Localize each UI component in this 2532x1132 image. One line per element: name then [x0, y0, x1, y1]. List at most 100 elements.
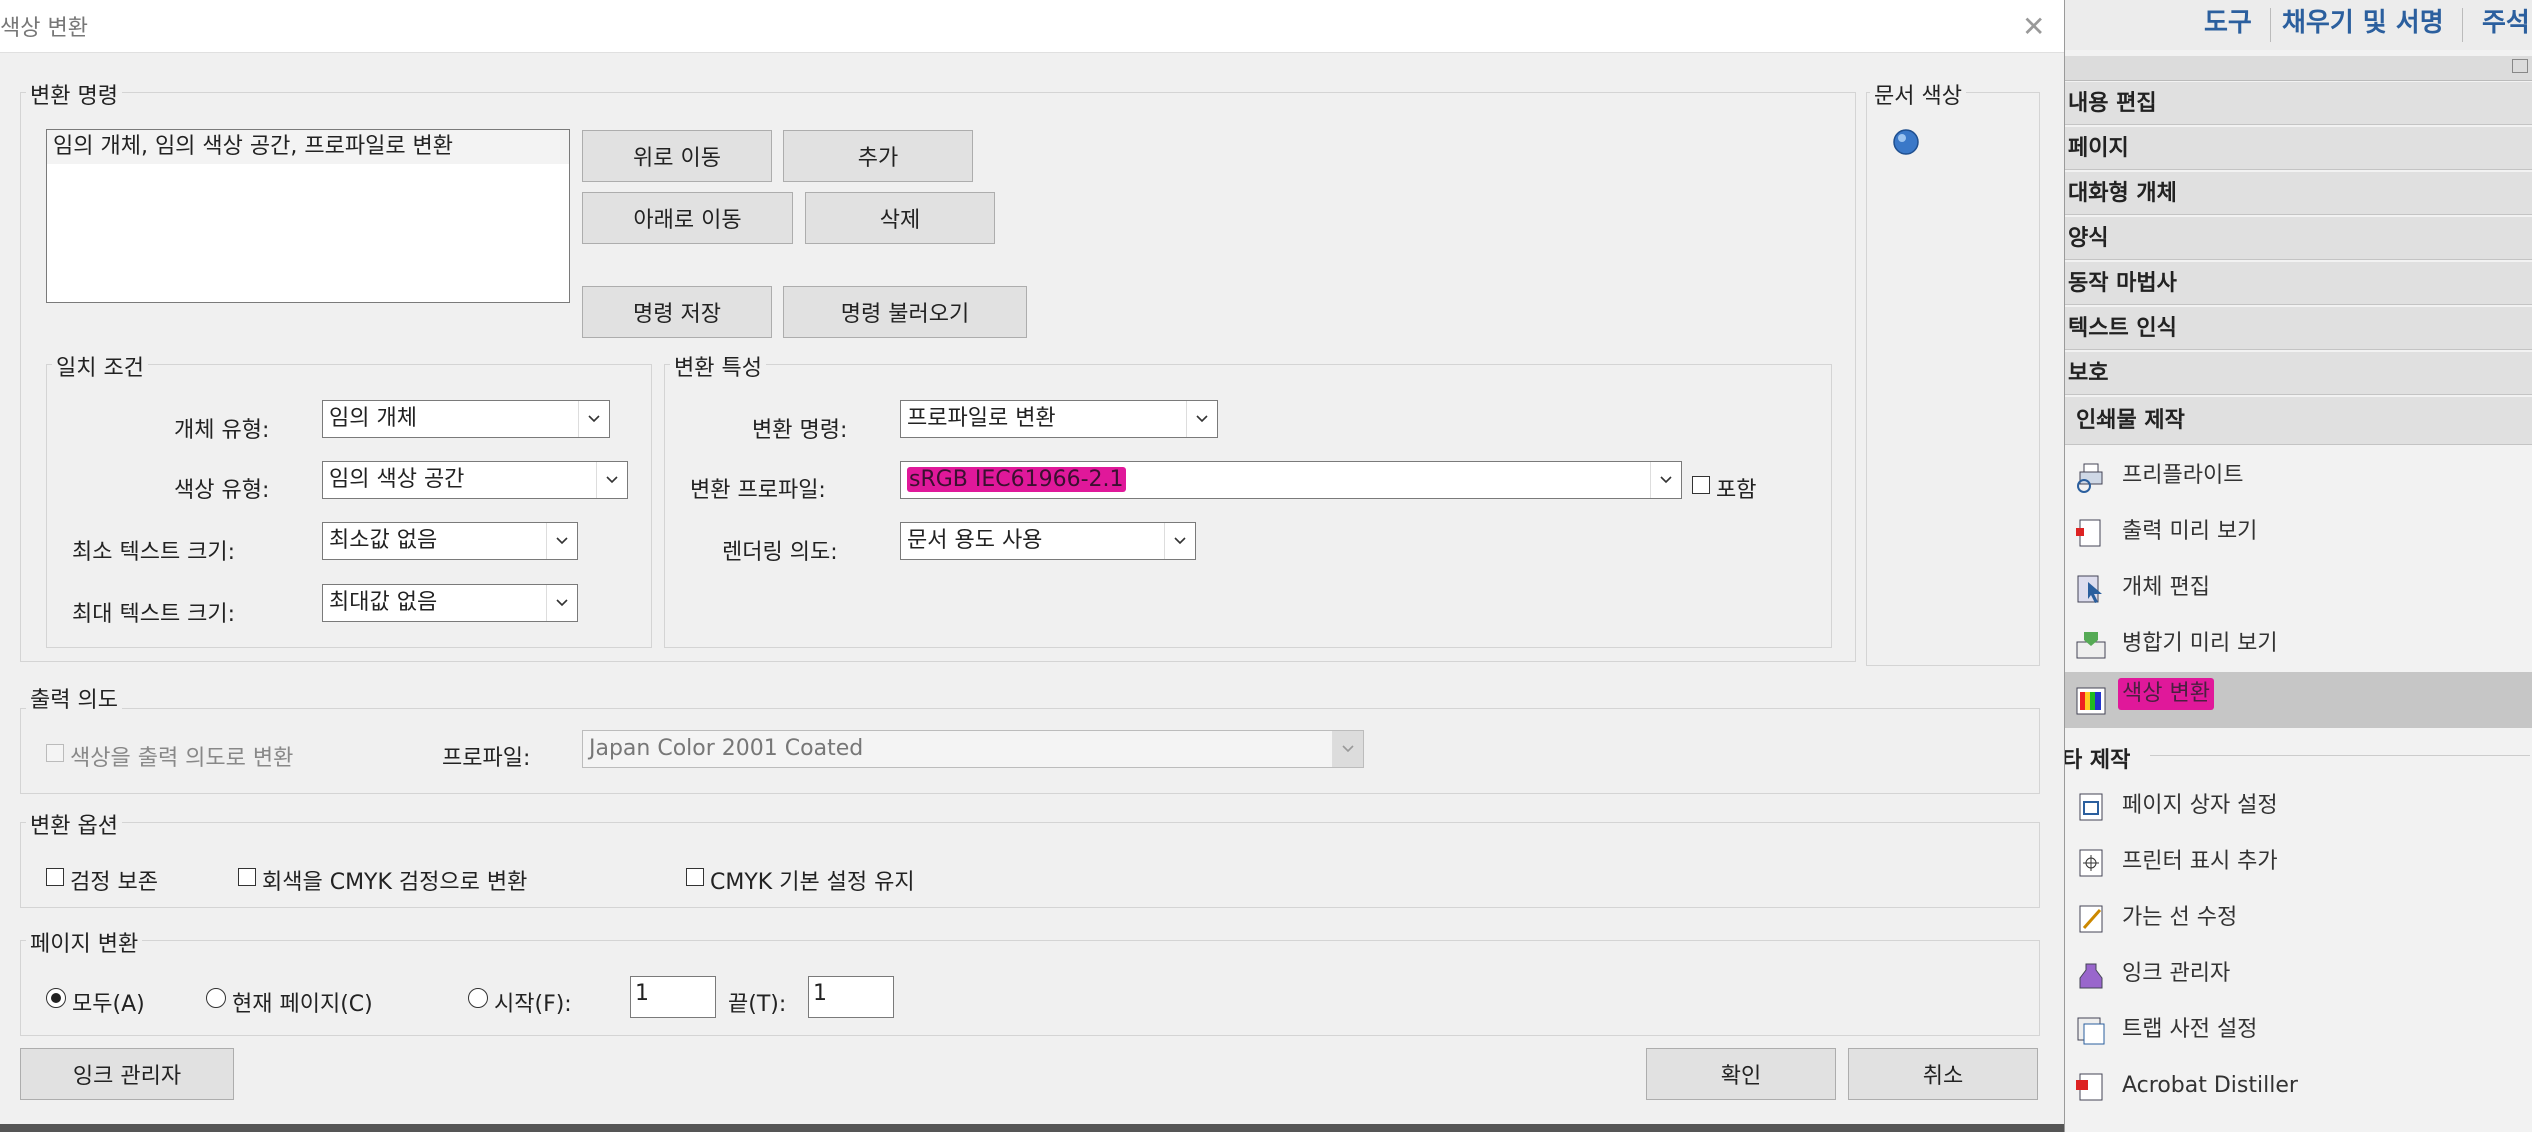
save-commands-button[interactable]: 명령 저장 [582, 286, 772, 338]
current-page-radio[interactable] [206, 988, 226, 1008]
flattener-preview-icon [2076, 632, 2106, 659]
color-type-select[interactable]: 임의 색상 공간 [322, 461, 628, 499]
cancel-button[interactable]: 취소 [1848, 1048, 2038, 1100]
section-pages[interactable]: 페이지 [2062, 127, 2532, 170]
preserve-black-label: 검정 보존 [70, 870, 158, 895]
divider [2150, 755, 2530, 756]
trap-presets-icon [2077, 1017, 2105, 1045]
all-pages-radio[interactable] [46, 988, 66, 1008]
chevron-down-icon [578, 401, 609, 437]
min-text-size-label: 최소 텍스트 크기: [72, 540, 236, 565]
tab-separator [2270, 8, 2271, 42]
object-type-label: 개체 유형: [174, 418, 270, 443]
section-protection[interactable]: 보호 [2062, 352, 2532, 395]
tool-add-printer-marks[interactable]: 프린터 표시 추가 [2062, 834, 2532, 890]
min-text-size-select[interactable]: 최소값 없음 [322, 522, 578, 560]
tool-trap-presets[interactable]: 트랩 사전 설정 [2062, 1002, 2532, 1058]
ink-manager-button[interactable]: 잉크 관리자 [20, 1048, 234, 1100]
chevron-down-icon [596, 462, 627, 498]
group-title: 변환 특성 [670, 350, 766, 382]
object-type-select[interactable]: 임의 개체 [322, 400, 610, 438]
select-value: 문서 용도 사용 [907, 528, 1043, 553]
convert-colors-dialog: 색상 변환 ✕ 변환 명령 임의 개체, 임의 색상 공간, 프로파일로 변환 … [0, 0, 2065, 1132]
chevron-down-icon [546, 523, 577, 559]
select-value: 최대값 없음 [329, 590, 438, 615]
close-icon[interactable]: ✕ [2022, 10, 2045, 43]
conversion-command-select[interactable]: 프로파일로 변환 [900, 400, 1218, 438]
tab-comment[interactable]: 주석 [2482, 0, 2530, 50]
distiller-icon [2076, 1073, 2103, 1101]
tool-label: 잉크 관리자 [2122, 961, 2231, 986]
gray-to-cmyk-checkbox[interactable] [238, 868, 256, 886]
list-item[interactable]: 임의 개체, 임의 색상 공간, 프로파일로 변환 [47, 130, 569, 164]
tool-acrobat-distiller[interactable]: Acrobat Distiller [2062, 1058, 2532, 1114]
fix-hairlines-icon [2079, 905, 2103, 933]
group-title: 페이지 변환 [26, 926, 143, 958]
section-print-production[interactable]: 인쇄물 제작 [2062, 397, 2532, 445]
color-type-label: 색상 유형: [174, 478, 270, 503]
max-text-size-select[interactable]: 최대값 없음 [322, 584, 578, 622]
move-down-button[interactable]: 아래로 이동 [582, 192, 793, 244]
output-profile-label: 프로파일: [442, 746, 531, 771]
preserve-black-checkbox[interactable] [46, 868, 64, 886]
panel-toggle-icon[interactable] [2512, 59, 2528, 73]
tool-output-preview[interactable]: 출력 미리 보기 [2062, 504, 2532, 560]
tool-convert-colors[interactable]: 색상 변환 [2062, 672, 2532, 728]
tool-edit-object[interactable]: 개체 편집 [2062, 560, 2532, 616]
group-title: 일치 조건 [52, 350, 148, 382]
keep-cmyk-checkbox[interactable] [686, 868, 704, 886]
delete-button[interactable]: 삭제 [805, 192, 995, 244]
max-text-size-label: 최대 텍스트 크기: [72, 602, 236, 627]
group-title: 변환 명령 [26, 78, 122, 110]
embed-checkbox[interactable] [1692, 476, 1710, 494]
printer-marks-icon [2079, 849, 2103, 877]
tab-separator [2462, 8, 2463, 42]
dialog-title-bar: 색상 변환 ✕ [0, 0, 2064, 53]
convert-to-output-intent-checkbox[interactable] [46, 744, 64, 762]
chevron-down-icon [546, 585, 577, 621]
section-text-recognition[interactable]: 텍스트 인식 [2062, 307, 2532, 350]
tools-sub-bar [2062, 56, 2532, 81]
output-profile-select[interactable]: Japan Color 2001 Coated [582, 730, 1364, 768]
move-up-button[interactable]: 위로 이동 [582, 130, 772, 182]
conversion-profile-label: 변환 프로파일: [690, 478, 826, 503]
all-pages-label: 모두(A) [72, 992, 145, 1017]
to-page-input[interactable]: 1 [808, 976, 894, 1018]
tool-label: 개체 편집 [2122, 575, 2210, 600]
command-list[interactable]: 임의 개체, 임의 색상 공간, 프로파일로 변환 [46, 129, 570, 303]
tool-label: 프리플라이트 [2122, 463, 2244, 488]
load-commands-button[interactable]: 명령 불러오기 [783, 286, 1027, 338]
group-title: 변환 옵션 [26, 808, 122, 840]
rendering-intent-label: 렌더링 의도: [722, 540, 838, 565]
tab-tools[interactable]: 도구 [2204, 0, 2252, 50]
section-forms[interactable]: 양식 [2062, 217, 2532, 260]
gray-to-cmyk-label: 회색을 CMYK 검정으로 변환 [262, 870, 528, 895]
to-label: 끝(T): [728, 992, 787, 1017]
add-button[interactable]: 추가 [783, 130, 973, 182]
convert-colors-icon [2076, 687, 2106, 715]
tool-flattener-preview[interactable]: 병합기 미리 보기 [2062, 616, 2532, 672]
tool-ink-manager[interactable]: 잉크 관리자 [2062, 946, 2532, 1002]
from-page-input[interactable]: 1 [630, 976, 716, 1018]
section-interactive-objects[interactable]: 대화형 개체 [2062, 172, 2532, 215]
tool-set-page-boxes[interactable]: 페이지 상자 설정 [2062, 778, 2532, 834]
document-color-swatch-icon[interactable] [1892, 128, 1920, 156]
page-boxes-icon [2079, 793, 2103, 821]
page-range-radio[interactable] [468, 988, 488, 1008]
chevron-down-icon [1164, 523, 1195, 559]
conversion-profile-select[interactable]: sRGB IEC61966-2.1 [900, 461, 1682, 499]
tool-label: 병합기 미리 보기 [2122, 631, 2278, 656]
tool-preflight[interactable]: 프리플라이트 [2062, 448, 2532, 504]
tab-fill-sign[interactable]: 채우기 및 서명 [2282, 0, 2444, 50]
tool-label: 가는 선 수정 [2122, 905, 2238, 930]
section-action-wizard[interactable]: 동작 마법사 [2062, 262, 2532, 305]
rendering-intent-select[interactable]: 문서 용도 사용 [900, 522, 1196, 560]
edit-object-icon [2077, 575, 2102, 603]
select-value: 프로파일로 변환 [907, 406, 1056, 431]
section-other-production[interactable]: 타 제작 [2062, 742, 2130, 774]
section-content-edit[interactable]: 내용 편집 [2062, 82, 2532, 125]
group-title: 출력 의도 [26, 682, 122, 714]
ok-button[interactable]: 확인 [1646, 1048, 1836, 1100]
tool-fix-hairlines[interactable]: 가는 선 수정 [2062, 890, 2532, 946]
chevron-down-icon [1650, 462, 1681, 498]
